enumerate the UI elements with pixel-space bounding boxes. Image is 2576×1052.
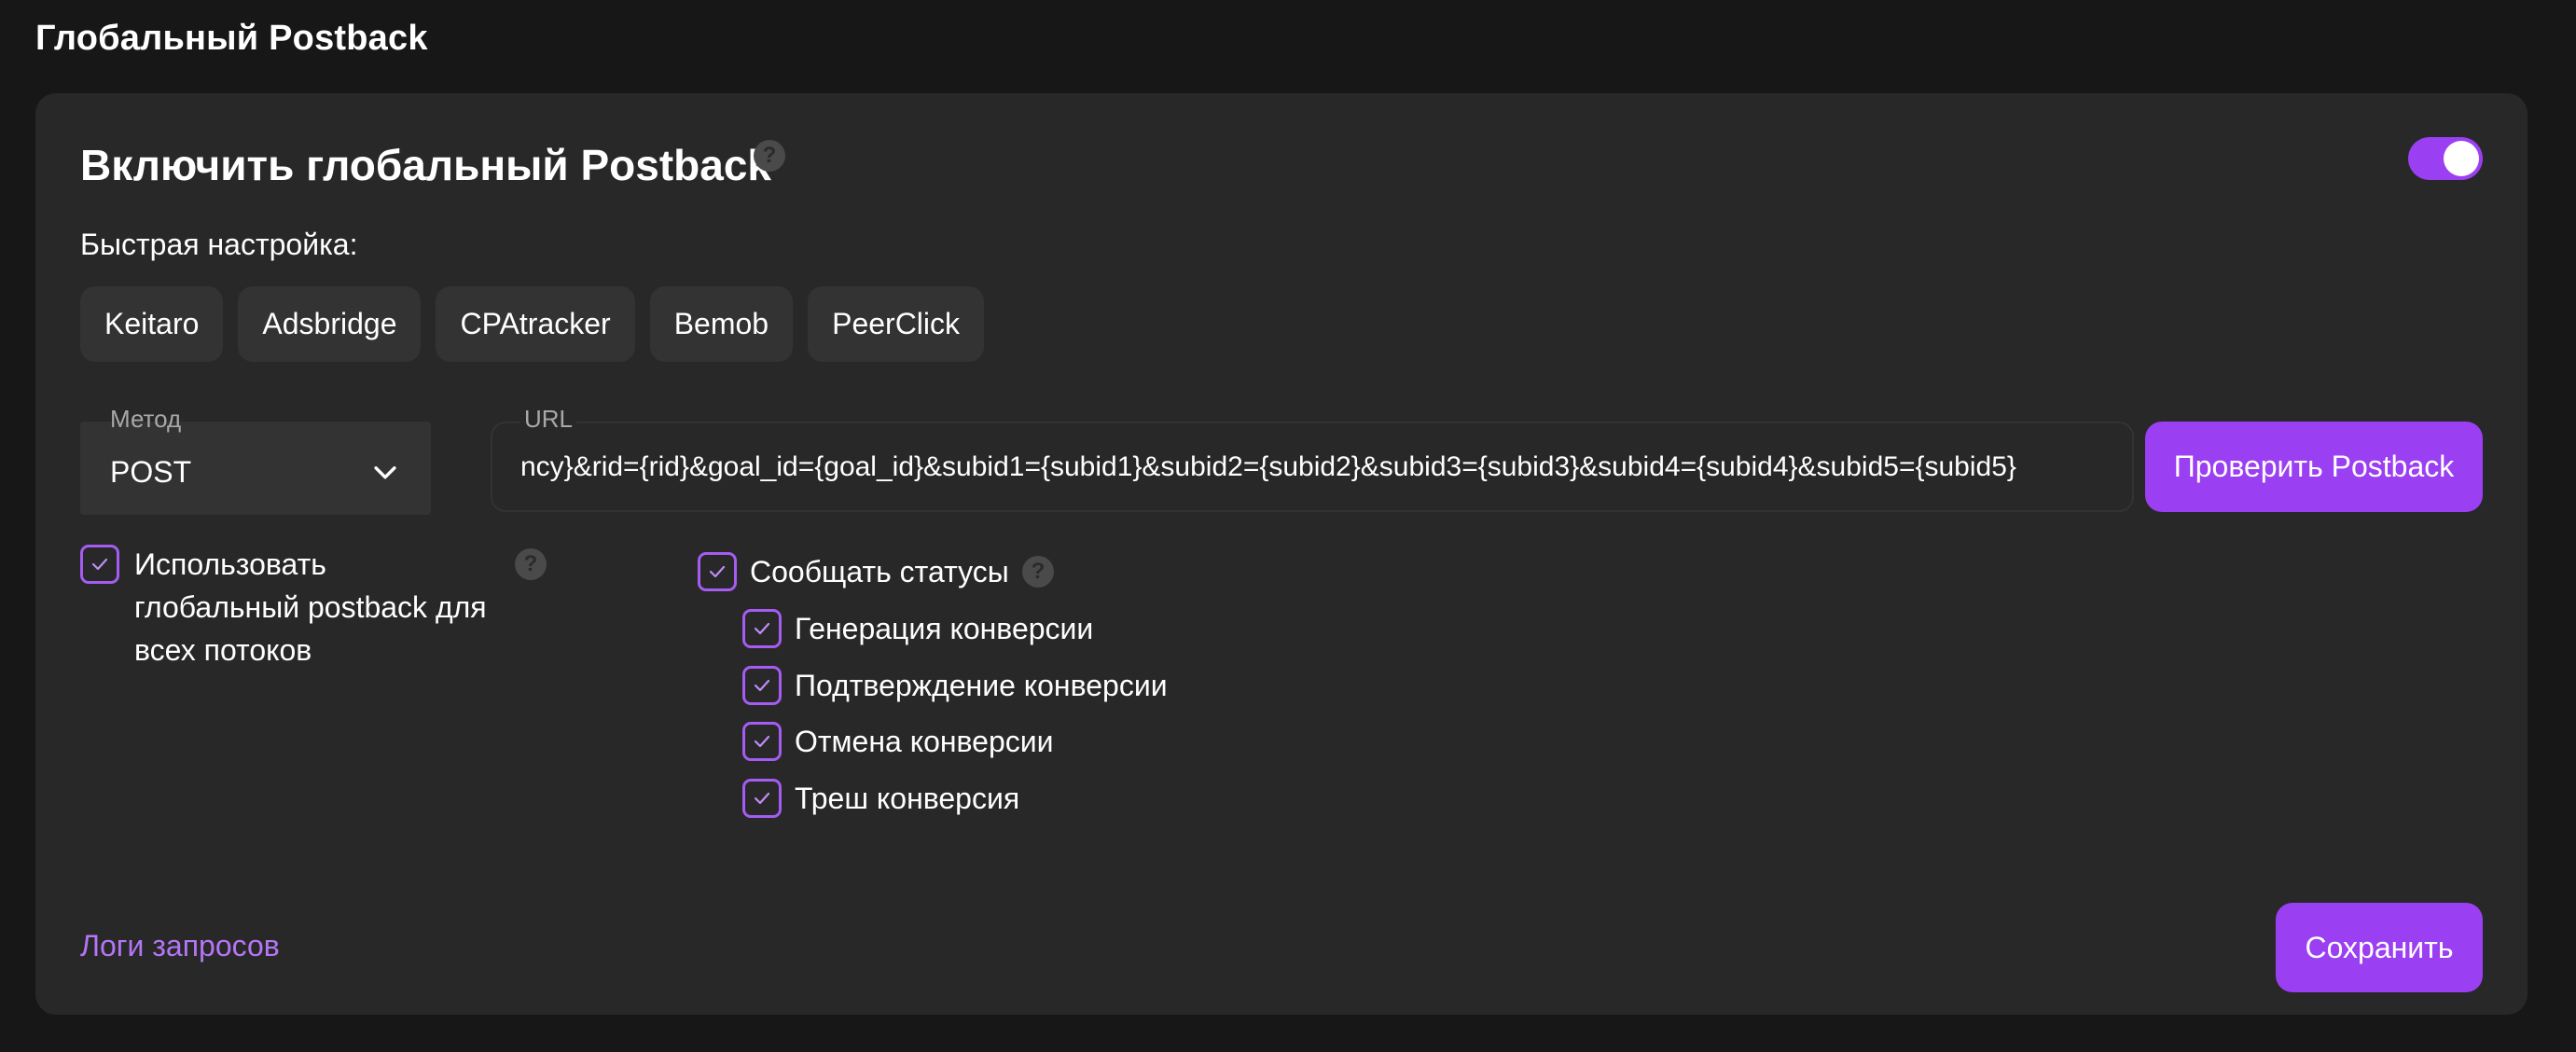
preset-list: Keitaro Adsbridge CPAtracker Bemob PeerC… xyxy=(80,286,985,362)
url-label: URL xyxy=(520,405,577,434)
status-confirmation-checkbox[interactable] xyxy=(742,666,782,705)
preset-cpatracker[interactable]: CPAtracker xyxy=(436,286,635,362)
use-global-checkbox[interactable] xyxy=(80,545,119,584)
check-postback-button[interactable]: Проверить Postback xyxy=(2145,422,2483,512)
url-value: ncy}&rid={rid}&goal_id={goal_id}&subid1=… xyxy=(520,450,2016,482)
status-cancel-checkbox[interactable] xyxy=(742,722,782,761)
status-generation-checkbox[interactable] xyxy=(742,609,782,648)
report-statuses-checkbox[interactable] xyxy=(698,552,737,591)
chevron-down-icon xyxy=(374,466,396,479)
check-icon xyxy=(709,565,726,578)
card-title: Включить глобальный Postback xyxy=(80,141,772,189)
status-cancel-label: Отмена конверсии xyxy=(795,725,1054,758)
save-button[interactable]: Сохранить xyxy=(2276,903,2483,992)
report-statuses-label: Сообщать статусы xyxy=(750,555,1009,588)
method-label: Метод xyxy=(110,405,182,433)
enable-global-postback-toggle[interactable] xyxy=(2408,137,2483,180)
check-icon xyxy=(754,679,770,692)
status-trash-checkbox[interactable] xyxy=(742,779,782,818)
question-icon[interactable]: ? xyxy=(515,548,547,580)
check-icon xyxy=(91,558,108,571)
status-confirmation-label: Подтверждение конверсии xyxy=(795,669,1168,702)
check-icon xyxy=(754,622,770,635)
status-generation-label: Генерация конверсии xyxy=(795,612,1094,645)
method-select[interactable]: POST xyxy=(80,422,431,515)
preset-adsbridge[interactable]: Adsbridge xyxy=(238,286,422,362)
method-value: POST xyxy=(110,454,192,489)
use-global-label: Использовать глобальный postback для все… xyxy=(134,547,487,667)
check-icon xyxy=(754,735,770,748)
preset-keitaro[interactable]: Keitaro xyxy=(80,286,224,362)
global-postback-card: Включить глобальный Postback ? Быстрая н… xyxy=(35,93,2528,1015)
status-trash-label: Треш конверсия xyxy=(795,782,1020,815)
check-icon xyxy=(754,792,770,805)
question-icon[interactable]: ? xyxy=(1022,556,1054,588)
preset-peerclick[interactable]: PeerClick xyxy=(808,286,985,362)
preset-bemob[interactable]: Bemob xyxy=(649,286,794,362)
request-logs-link[interactable]: Логи запросов xyxy=(80,929,280,963)
question-icon[interactable]: ? xyxy=(754,140,785,172)
page-title: Глобальный Postback xyxy=(35,19,428,58)
quick-setup-label: Быстрая настройка: xyxy=(80,228,358,261)
url-input[interactable]: ncy}&rid={rid}&goal_id={goal_id}&subid1=… xyxy=(491,422,2134,512)
toggle-knob xyxy=(2444,141,2479,176)
